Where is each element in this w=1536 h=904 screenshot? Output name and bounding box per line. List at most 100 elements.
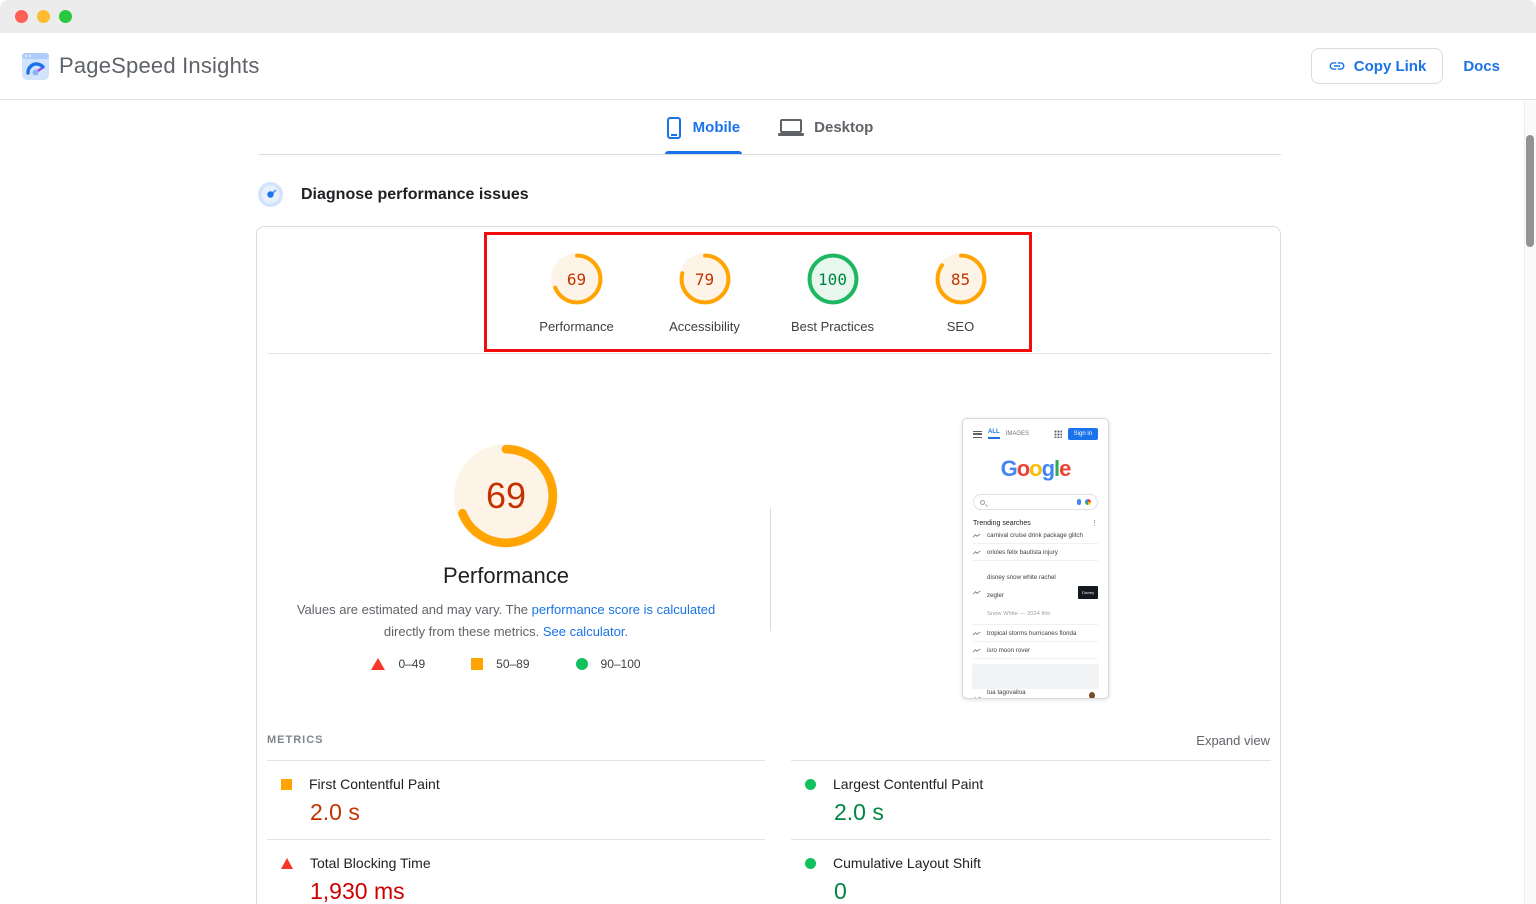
- search-icon: [980, 500, 985, 505]
- fail-triangle-icon: [371, 658, 385, 670]
- gauge-accessibility[interactable]: 79 Accessibility: [641, 227, 769, 353]
- copy-link-button[interactable]: Copy Link: [1311, 48, 1444, 84]
- metric-value: 1,930 ms: [310, 878, 765, 904]
- vertical-divider: [770, 508, 771, 631]
- score-value: 79: [679, 253, 731, 305]
- performance-section-title: Performance: [356, 563, 656, 589]
- minimize-window-button[interactable]: [37, 10, 50, 23]
- mobile-phone-icon: [667, 117, 681, 139]
- legend-average: 50–89: [471, 657, 529, 671]
- metric-total-blocking-time: Total Blocking Time 1,930 ms: [267, 839, 765, 904]
- zoom-window-button[interactable]: [59, 10, 72, 23]
- active-tab-underline: [665, 151, 743, 154]
- tab-desktop-label: Desktop: [814, 119, 873, 136]
- page-title: PageSpeed Insights: [59, 53, 260, 79]
- legend-pass: 90–100: [576, 657, 641, 671]
- desktop-laptop-icon: [780, 119, 802, 133]
- menu-icon: [973, 431, 982, 438]
- scrollbar-thumb[interactable]: [1526, 135, 1534, 247]
- average-square-icon: [281, 779, 292, 790]
- trend-icon: [973, 590, 981, 595]
- metric-cumulative-layout-shift: Cumulative Layout Shift 0: [791, 839, 1271, 904]
- performance-big-gauge[interactable]: 69: [454, 444, 558, 548]
- average-square-icon: [471, 658, 483, 670]
- titlebar: [0, 0, 1536, 33]
- browser-window: PageSpeed Insights Copy Link Docs Mobile…: [0, 0, 1536, 904]
- docs-link[interactable]: Docs: [1463, 58, 1500, 75]
- metric-value: 0: [834, 878, 1271, 904]
- preview-footer-bar: [972, 664, 1099, 689]
- pass-circle-icon: [805, 779, 816, 790]
- performance-description: Values are estimated and may vary. The p…: [286, 599, 726, 643]
- scrollbar-track[interactable]: [1524, 101, 1536, 904]
- gauge-best-practices[interactable]: 100 Best Practices: [769, 227, 897, 353]
- app-header: PageSpeed Insights Copy Link Docs: [0, 33, 1536, 100]
- trending-item: carnival cruise drink package glitch: [973, 527, 1098, 544]
- metrics-grid: First Contentful Paint 2.0 s Largest Con…: [267, 760, 1271, 904]
- desc-text: Values are estimated and may vary. The: [297, 602, 532, 617]
- person-thumbnail: [1085, 692, 1098, 700]
- trending-item: tropical storms hurricanes florida: [973, 625, 1098, 642]
- kebab-menu-icon: ⋮: [1091, 519, 1098, 527]
- tab-desktop[interactable]: Desktop: [780, 101, 873, 154]
- tab-mobile[interactable]: Mobile: [667, 101, 741, 154]
- preview-tab-images: IMAGES: [1006, 431, 1029, 437]
- score-calculated-link[interactable]: performance score is calculated: [532, 602, 716, 617]
- category-scores-row: 69 Performance 79 Accessibility 100 Best…: [257, 227, 1280, 353]
- trending-title: Trending searches: [973, 520, 1031, 527]
- gauge-performance[interactable]: 69 Performance: [513, 227, 641, 353]
- score-value: 85: [935, 253, 987, 305]
- score-label: Best Practices: [791, 319, 874, 334]
- fail-triangle-icon: [281, 858, 293, 869]
- section-title: Diagnose performance issues: [301, 186, 529, 204]
- metric-first-contentful-paint: First Contentful Paint 2.0 s: [267, 760, 765, 839]
- metrics-heading: METRICS: [267, 734, 324, 746]
- copy-link-label: Copy Link: [1354, 58, 1427, 75]
- metric-largest-contentful-paint: Largest Contentful Paint 2.0 s: [791, 760, 1271, 839]
- legend-fail: 0–49: [371, 657, 425, 671]
- trend-icon: [973, 696, 981, 699]
- pass-circle-icon: [576, 658, 588, 670]
- trend-icon: [973, 648, 981, 653]
- see-calculator-link[interactable]: See calculator.: [543, 624, 628, 639]
- report-card: 69 Performance 79 Accessibility 100 Best…: [256, 226, 1281, 904]
- trending-item: disney snow white rachel zegler Snow Whi…: [973, 561, 1098, 625]
- performance-score-value: 69: [454, 444, 558, 548]
- google-logo: Google: [973, 456, 1098, 482]
- preview-tab-all: ALL: [988, 429, 1000, 439]
- mic-icon: [1077, 499, 1081, 505]
- trend-icon: [973, 550, 981, 555]
- link-icon: [1328, 57, 1346, 75]
- preview-topbar: ALL IMAGES Sign in: [973, 428, 1098, 440]
- pass-circle-icon: [805, 858, 816, 869]
- diagnose-gauge-icon: [258, 182, 283, 207]
- legend-range: 50–89: [496, 657, 529, 671]
- score-label: SEO: [947, 319, 974, 334]
- legend-range: 0–49: [398, 657, 425, 671]
- trending-item: isro moon rover: [973, 642, 1098, 659]
- score-label: Accessibility: [669, 319, 740, 334]
- preview-search-bar: [973, 494, 1098, 510]
- page-screenshot-thumbnail[interactable]: ALL IMAGES Sign in Google Trending searc…: [962, 418, 1109, 699]
- signin-button: Sign in: [1068, 428, 1098, 440]
- divider: [268, 353, 1271, 354]
- trend-icon: [973, 631, 981, 636]
- close-window-button[interactable]: [15, 10, 28, 23]
- score-legend: 0–49 50–89 90–100: [286, 657, 726, 671]
- metric-value: 2.0 s: [310, 799, 765, 826]
- tab-mobile-label: Mobile: [693, 119, 741, 136]
- expand-view-button[interactable]: Expand view: [1196, 733, 1270, 748]
- score-value: 69: [551, 253, 603, 305]
- legend-range: 90–100: [601, 657, 641, 671]
- trending-item: orioles felix bautista injury: [973, 544, 1098, 561]
- result-thumbnail: Disney: [1078, 586, 1098, 599]
- gauge-seo[interactable]: 85 SEO: [897, 227, 1025, 353]
- apps-grid-icon: [1054, 430, 1062, 438]
- desc-text: directly from these metrics.: [384, 624, 543, 639]
- trend-icon: [973, 533, 981, 538]
- device-tabstrip: Mobile Desktop: [259, 101, 1281, 155]
- lens-icon: [1085, 499, 1091, 505]
- section-head: Diagnose performance issues: [258, 182, 529, 207]
- score-label: Performance: [539, 319, 613, 334]
- score-value: 100: [807, 253, 859, 305]
